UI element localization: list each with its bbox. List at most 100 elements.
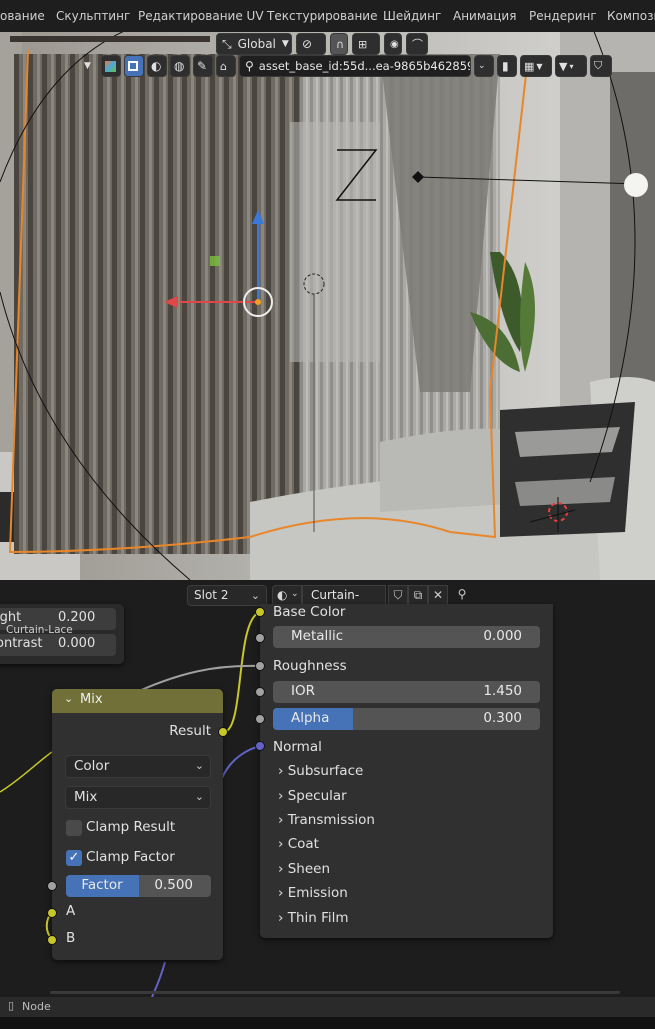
duplicate-material-button[interactable]: ⧉ [408, 585, 428, 606]
world-filter-toggle[interactable]: ◍ [170, 55, 190, 77]
alpha-value: 0.300 [483, 710, 522, 726]
browse-material-button[interactable]: ◐ ⌄ [272, 585, 302, 606]
tab-shading[interactable]: Шейдинг [383, 9, 441, 23]
mix-node-header[interactable]: ⌄ Mix [52, 689, 223, 713]
section-transmission[interactable]: › Transmission [278, 812, 375, 828]
tab-animation[interactable]: Анимация [453, 9, 516, 23]
status-bar: ▯ Node [0, 997, 655, 1017]
metallic-socket[interactable] [255, 633, 265, 643]
clamp-factor-checkbox[interactable]: ✓ [66, 850, 82, 866]
metallic-label: Metallic [291, 628, 344, 644]
chevron-down-icon: ▼ [281, 39, 289, 49]
material-name-field[interactable]: Curtain-Lace [302, 585, 386, 616]
clamp-result-checkbox[interactable] [66, 820, 82, 836]
blend-mode-dropdown[interactable]: Mix ⌄ [65, 786, 211, 809]
display-mode-dropdown[interactable]: ▦ ▼ [520, 55, 552, 77]
pin-icon: ⚲ [457, 587, 467, 601]
shield-button[interactable]: ⛉ [590, 55, 612, 77]
close-icon: ✕ [432, 588, 444, 602]
clamp-result-label: Clamp Result [86, 819, 176, 835]
metallic-slider[interactable]: Metallic 0.000 [273, 626, 540, 648]
snap-target-dropdown[interactable]: ⊞ [352, 33, 380, 55]
alpha-slider[interactable]: Alpha 0.300 [273, 708, 540, 730]
pivot-point-dropdown[interactable]: ⊘ [296, 33, 326, 55]
partial-color-node[interactable]: ight 0.200 ontrast 0.000 Curtain-Lace [0, 604, 124, 664]
blend-mode-value: Mix [74, 789, 98, 805]
tab-layout-partial[interactable]: ование [0, 9, 45, 23]
transform-orientation-dropdown[interactable]: ⤡ Global ▼ [216, 33, 292, 55]
falloff-dropdown[interactable]: ⌒ [406, 33, 428, 55]
grid-layout-icon: ▦ [524, 59, 535, 73]
horizontal-scrollbar[interactable] [50, 991, 620, 994]
tab-sculpting[interactable]: Скульптинг [56, 9, 130, 23]
asset-search-input[interactable]: ⚲ asset_base_id:55d...ea-9865b462859f [239, 55, 471, 77]
section-specular[interactable]: › Specular [278, 788, 347, 804]
unlink-material-button[interactable]: ✕ [428, 585, 448, 606]
partial-row-2[interactable]: ontrast 0.000 [0, 634, 116, 656]
shader-node-editor[interactable]: Slot 2 ⌄ ◐ ⌄ Curtain-Lace ⛉ ⧉ ✕ ⚲ ight 0… [0, 580, 655, 997]
search-options-button[interactable]: ⌄ [474, 55, 494, 77]
input-a-socket[interactable] [47, 908, 57, 918]
data-type-value: Color [74, 758, 110, 774]
factor-input-socket[interactable] [47, 881, 57, 891]
factor-slider[interactable]: Factor 0.500 [66, 875, 211, 897]
section-emission[interactable]: › Emission [278, 885, 348, 901]
node-overlay-label: Curtain-Lace [6, 624, 73, 636]
data-type-dropdown[interactable]: Color ⌄ [65, 755, 211, 778]
tab-rendering[interactable]: Рендеринг [529, 9, 597, 23]
tab-uv-editing[interactable]: Редактирование UV [138, 9, 264, 23]
base-color-socket[interactable] [255, 607, 265, 617]
magnet-icon: ∩ [336, 37, 345, 51]
material-sphere-icon: ◐ [277, 588, 288, 602]
filter-dropdown[interactable]: ▼ ▾ [555, 55, 587, 77]
world-icon: ◍ [174, 59, 185, 73]
pin-button[interactable]: ⚲ [452, 585, 472, 606]
object-filter-toggle[interactable] [124, 55, 144, 77]
section-coat[interactable]: › Coat [278, 836, 319, 852]
tab-texture-paint[interactable]: Текстурирование [267, 9, 377, 23]
material-slot-dropdown[interactable]: Slot 2 ⌄ [187, 585, 267, 606]
mix-node[interactable]: ⌄ Mix Result Color ⌄ Mix ⌄ Clamp Result … [52, 689, 223, 960]
chevron-down-icon: ▼ [536, 61, 543, 71]
chevron-right-icon: › [278, 763, 284, 779]
shield-icon: ⛉ [393, 588, 403, 602]
alpha-label: Alpha [291, 710, 330, 726]
alpha-socket[interactable] [255, 714, 265, 724]
mix-result-socket[interactable] [218, 727, 228, 737]
transform-orientation-label: Global [237, 37, 276, 51]
proportional-edit-toggle[interactable]: ◉ [384, 33, 402, 55]
material-sphere-icon: ◐ [151, 59, 162, 73]
slot-label: Slot 2 [194, 588, 229, 602]
bottom-strip [0, 1017, 655, 1029]
ior-socket[interactable] [255, 687, 265, 697]
roughness-socket[interactable] [255, 661, 265, 671]
chevron-down-icon: ⌄ [291, 589, 299, 599]
collapse-chevron[interactable]: ▼ [82, 55, 98, 77]
brush-filter-toggle[interactable]: ✎ [193, 55, 213, 77]
material-filter-toggle[interactable]: ◐ [147, 55, 167, 77]
asset-type-button[interactable] [101, 55, 121, 77]
tab-compositing-partial[interactable]: Компози [607, 9, 655, 23]
ior-label: IOR [291, 683, 315, 699]
chevron-down-icon: ▼ [84, 61, 91, 71]
search-icon: ⚲ [245, 59, 254, 73]
chevron-down-icon: ⌄ [194, 759, 204, 772]
viewport-transform-header: ⤡ Global ▼ ⊘ ∩ ⊞ ◉ ⌒ [216, 33, 428, 57]
input-a-label: A [66, 903, 76, 919]
snapping-toggle[interactable]: ∩ [330, 33, 348, 55]
3d-viewport[interactable]: ⤡ Global ▼ ⊘ ∩ ⊞ ◉ ⌒ ▼ ◐ ◍ ✎ ⌂ ⚲ asset_b… [0, 32, 655, 580]
snap-increment-icon: ⊞ [358, 37, 368, 51]
asset-search-text: asset_base_id:55d...ea-9865b462859f [258, 59, 471, 73]
section-subsurface[interactable]: › Subsurface [278, 763, 363, 779]
section-transmission-label: Transmission [287, 812, 375, 828]
workspace-tabs-bar: ование Скульптинг Редактирование UV Текс… [0, 0, 655, 32]
fake-user-button[interactable]: ⛉ [388, 585, 408, 606]
geometry-filter-toggle[interactable]: ⌂ [216, 55, 236, 77]
bookmark-button[interactable]: ▮ [497, 55, 517, 77]
input-b-socket[interactable] [47, 935, 57, 945]
ior-slider[interactable]: IOR 1.450 [273, 681, 540, 703]
section-sheen[interactable]: › Sheen [278, 861, 330, 877]
factor-label: Factor [81, 877, 123, 893]
section-thin-film[interactable]: › Thin Film [278, 910, 349, 926]
normal-socket[interactable] [255, 741, 265, 751]
